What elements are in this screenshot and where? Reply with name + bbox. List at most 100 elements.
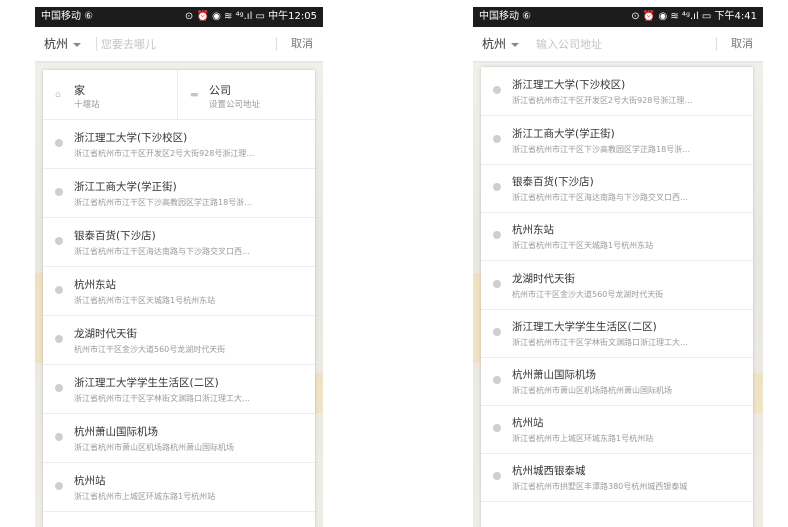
suggestion-item[interactable]: 浙江理工大学学生生活区(二区) 浙江省杭州市江干区学林街文渊路口浙江理工大…: [43, 365, 315, 414]
suggestion-item[interactable]: 浙江理工大学学生生活区(二区) 浙江省杭州市江干区学林街文渊路口浙江理工大…: [481, 309, 753, 358]
city-label: 杭州: [44, 37, 69, 51]
suggestion-item[interactable]: 杭州站浙江省杭州市上城区环城东路1号杭州站: [43, 463, 315, 512]
city-selector[interactable]: 杭州: [44, 27, 82, 61]
suggestion-address: 浙江省杭州市拱墅区丰潭路380号杭州城西银泰城: [512, 482, 688, 491]
suggestion-address: 浙江省杭州市江干区海达南路与下沙路交叉口西…: [512, 193, 688, 202]
divider: [96, 37, 97, 51]
suggestion-address: 浙江省杭州市江干区天城路1号杭州东站: [74, 296, 216, 305]
location-pin-icon: [55, 433, 63, 441]
location-pin-icon: [55, 188, 63, 196]
suggestion-address: 杭州市江干区金沙大道560号龙湖时代天街: [512, 290, 664, 299]
carrier-label: 中国移动 ⑥: [41, 11, 94, 22]
location-pin-icon: [55, 286, 63, 294]
suggestion-title: 杭州站: [74, 475, 106, 487]
home-address: 十堰站: [74, 100, 100, 110]
cancel-button[interactable]: 取消: [291, 27, 313, 61]
suggestion-panel: ⌂ 家 十堰站 ▬ 公司 设置公司地址 浙江理工大学(下沙校区) 浙江省杭州市江干…: [43, 70, 315, 527]
search-bar: 杭州 取消: [473, 27, 763, 62]
suggestion-address: 浙江省杭州市江干区海达南路与下沙路交叉口西…: [74, 247, 250, 256]
suggestion-address: 浙江省杭州市萧山区机场路杭州萧山国际机场: [74, 443, 234, 452]
carrier-label: 中国移动 ⑥: [479, 11, 532, 22]
suggestion-item[interactable]: 杭州站浙江省杭州市上城区环城东路1号杭州站: [481, 405, 753, 454]
suggestion-title: 浙江工商大学(学正街): [74, 181, 177, 193]
suggestion-title: 杭州站: [512, 417, 544, 429]
suggestion-item[interactable]: 杭州东站浙江省杭州市江干区天城路1号杭州东站: [43, 267, 315, 316]
cancel-button[interactable]: 取消: [731, 27, 753, 61]
home-title: 家: [74, 84, 85, 97]
company-address: 设置公司地址: [209, 100, 261, 110]
suggestion-title: 浙江理工大学(下沙校区): [512, 79, 626, 91]
company-address-input[interactable]: [536, 33, 706, 55]
search-input[interactable]: [101, 33, 269, 55]
suggestion-title: 浙江理工大学(下沙校区): [74, 132, 188, 144]
suggestion-title: 杭州萧山国际机场: [74, 426, 158, 438]
suggestion-title: 杭州城西银泰城: [512, 465, 586, 477]
suggestion-address: 浙江省杭州市江干区天城路1号杭州东站: [512, 241, 654, 250]
search-bar: 杭州 取消: [35, 27, 323, 62]
suggestion-item[interactable]: 浙江工商大学(学正街) 浙江省杭州市江干区下沙高教园区学正路18号浙…: [481, 116, 753, 165]
suggestion-item[interactable]: 杭州城西银泰城浙江省杭州市拱墅区丰潭路380号杭州城西银泰城: [481, 453, 753, 502]
suggestion-item[interactable]: 浙江工商大学(学正街) 浙江省杭州市江干区下沙高教园区学正路18号浙…: [43, 169, 315, 218]
suggestion-title: 杭州萧山国际机场: [512, 369, 596, 381]
location-pin-icon: [55, 237, 63, 245]
chevron-down-icon: [73, 42, 82, 47]
suggestion-title: 浙江理工大学学生生活区(二区): [512, 321, 657, 333]
location-pin-icon: [493, 280, 501, 288]
quick-address-row: ⌂ 家 十堰站 ▬ 公司 设置公司地址: [43, 70, 315, 120]
location-pin-icon: [493, 135, 501, 143]
status-bar: 中国移动 ⑥ ⊙ ⏰ ◉ ≋ ⁴ᵍ.ıl ▭ 下午4:41: [473, 7, 763, 27]
city-label: 杭州: [482, 37, 507, 51]
suggestion-address: 浙江省杭州市江干区下沙高教园区学正路18号浙…: [512, 145, 691, 154]
suggestion-title: 银泰百货(下沙店): [512, 176, 594, 188]
suggestion-item[interactable]: 浙江理工大学(下沙校区) 浙江省杭州市江干区开发区2号大街928号浙江理…: [43, 120, 315, 169]
status-icons-time: ⊙ ⏰ ◉ ≋ ⁴ᵍ.ıl ▭ 中午12:05: [184, 11, 317, 22]
right-screenshot: 中国移动 ⑥ ⊙ ⏰ ◉ ≋ ⁴ᵍ.ıl ▭ 下午4:41 杭州 取消 浙江理工…: [473, 7, 763, 527]
location-pin-icon: [55, 482, 63, 490]
status-icons-time: ⊙ ⏰ ◉ ≋ ⁴ᵍ.ıl ▭ 下午4:41: [631, 11, 757, 22]
location-pin-icon: [493, 328, 501, 336]
briefcase-icon: ▬: [190, 90, 199, 100]
suggestion-title: 银泰百货(下沙店): [74, 230, 156, 242]
location-pin-icon: [55, 139, 63, 147]
suggestion-address: 浙江省杭州市上城区环城东路1号杭州站: [74, 492, 216, 501]
location-pin-icon: [55, 384, 63, 392]
suggestion-title: 龙湖时代天街: [512, 273, 575, 285]
suggestion-address: 浙江省杭州市江干区学林街文渊路口浙江理工大…: [74, 394, 250, 403]
location-pin-icon: [493, 424, 501, 432]
city-selector[interactable]: 杭州: [482, 27, 520, 61]
suggestion-title: 浙江工商大学(学正街): [512, 128, 615, 140]
suggestion-address: 浙江省杭州市上城区环城东路1号杭州站: [512, 434, 654, 443]
suggestion-item[interactable]: 杭州萧山国际机场浙江省杭州市萧山区机场路杭州萧山国际机场: [481, 357, 753, 406]
suggestion-item[interactable]: 杭州东站浙江省杭州市江干区天城路1号杭州东站: [481, 212, 753, 261]
location-pin-icon: [493, 86, 501, 94]
suggestion-title: 浙江理工大学学生生活区(二区): [74, 377, 219, 389]
suggestion-title: 龙湖时代天街: [74, 328, 137, 340]
suggestion-title: 杭州东站: [74, 279, 116, 291]
suggestion-panel: 浙江理工大学(下沙校区) 浙江省杭州市江干区开发区2号大街928号浙江理… 浙江工…: [481, 67, 753, 527]
location-pin-icon: [493, 472, 501, 480]
suggestion-address: 浙江省杭州市江干区学林街文渊路口浙江理工大…: [512, 338, 688, 347]
location-pin-icon: [493, 376, 501, 384]
location-pin-icon: [55, 335, 63, 343]
suggestion-item[interactable]: 龙湖时代天街杭州市江干区金沙大道560号龙湖时代天街: [481, 261, 753, 310]
suggestion-item[interactable]: 龙湖时代天街 杭州市江干区金沙大道560号龙湖时代天街: [43, 316, 315, 365]
suggestion-item[interactable]: 银泰百货(下沙店) 浙江省杭州市江干区海达南路与下沙路交叉口西…: [481, 164, 753, 213]
location-pin-icon: [493, 231, 501, 239]
chevron-down-icon: [511, 42, 520, 47]
suggestion-address: 浙江省杭州市江干区开发区2号大街928号浙江理…: [512, 96, 693, 105]
status-bar: 中国移动 ⑥ ⊙ ⏰ ◉ ≋ ⁴ᵍ.ıl ▭ 中午12:05: [35, 7, 323, 27]
location-pin-icon: [493, 183, 501, 191]
divider: [716, 37, 717, 51]
home-shortcut[interactable]: ⌂ 家 十堰站: [43, 70, 178, 119]
suggestion-item[interactable]: 杭州萧山国际机场浙江省杭州市萧山区机场路杭州萧山国际机场: [43, 414, 315, 463]
suggestion-item[interactable]: 银泰百货(下沙店) 浙江省杭州市江干区海达南路与下沙路交叉口西…: [43, 218, 315, 267]
suggestion-title: 杭州东站: [512, 224, 554, 236]
left-screenshot: 中国移动 ⑥ ⊙ ⏰ ◉ ≋ ⁴ᵍ.ıl ▭ 中午12:05 杭州 取消 ⌂ 家…: [35, 7, 323, 527]
company-shortcut[interactable]: ▬ 公司 设置公司地址: [178, 70, 315, 119]
suggestion-address: 浙江省杭州市萧山区机场路杭州萧山国际机场: [512, 386, 672, 395]
divider: [276, 37, 277, 51]
suggestion-item[interactable]: 浙江理工大学(下沙校区) 浙江省杭州市江干区开发区2号大街928号浙江理…: [481, 67, 753, 116]
suggestion-address: 浙江省杭州市江干区开发区2号大街928号浙江理…: [74, 149, 255, 158]
suggestion-address: 浙江省杭州市江干区下沙高教园区学正路18号浙…: [74, 198, 253, 207]
company-title: 公司: [209, 84, 231, 97]
